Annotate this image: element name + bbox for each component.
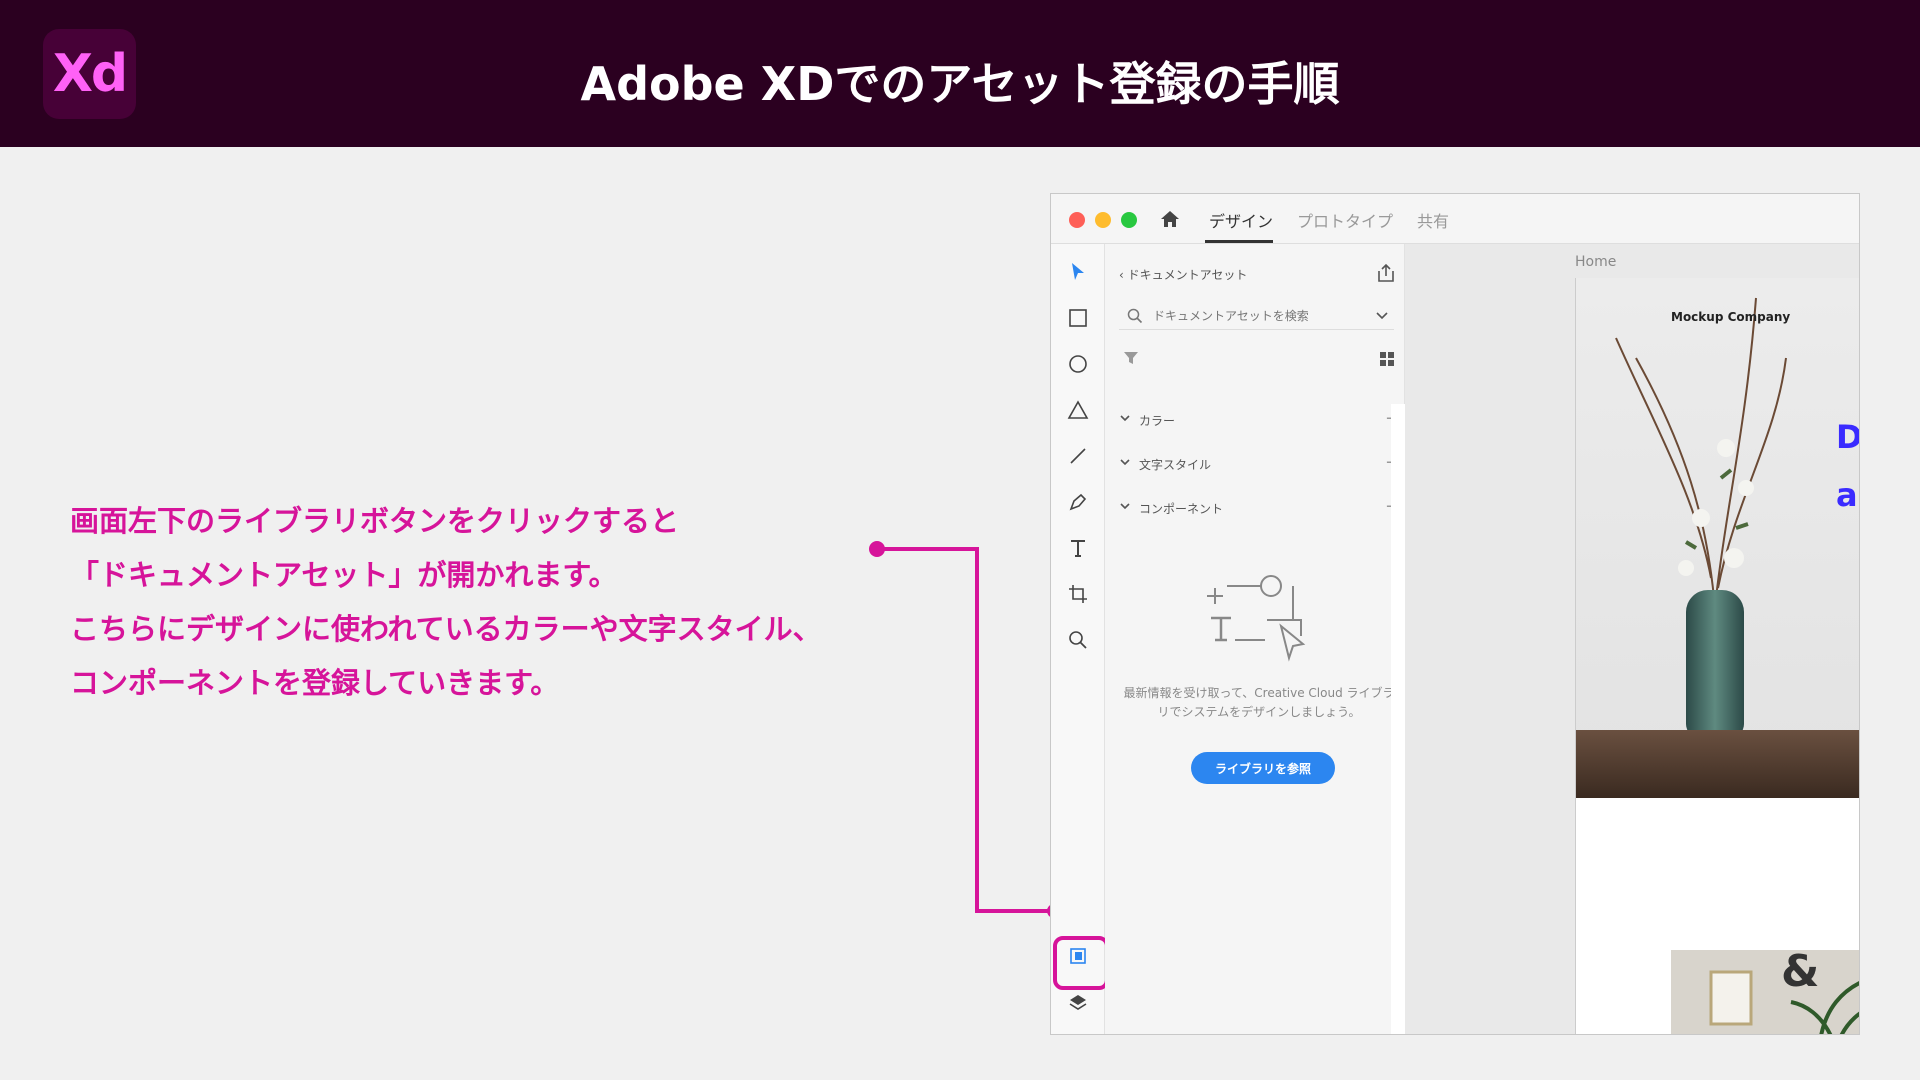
panel-title: ドキュメントアセット [1127, 268, 1248, 282]
section-label: カラー [1139, 414, 1176, 428]
artboard-tool[interactable] [1064, 580, 1092, 608]
tab-share[interactable]: 共有 [1417, 208, 1449, 232]
company-name: Mockup Company [1671, 310, 1791, 324]
ampersand-text: & [1781, 950, 1820, 997]
branch-decoration [1615, 297, 1787, 599]
ellipse-tool[interactable] [1064, 350, 1092, 378]
vase-image [1686, 590, 1744, 738]
tool-bar [1051, 244, 1109, 1035]
shelf-image [1576, 730, 1859, 798]
heading-letter: D [1836, 418, 1860, 456]
design-canvas[interactable]: Home Mockup Company D a & [1405, 244, 1860, 1034]
zoom-icon [1069, 631, 1087, 649]
search-icon [1127, 308, 1143, 324]
heading-letter: a [1836, 476, 1858, 514]
polygon-icon [1067, 400, 1089, 419]
search-input[interactable] [1153, 306, 1363, 326]
document-assets-panel: ‹ ドキュメントアセット カラー + 文字スタイル + コンポーネント + [1105, 244, 1405, 1034]
share-export-icon[interactable] [1375, 262, 1397, 284]
tab-prototype[interactable]: プロトタイプ [1297, 208, 1393, 232]
heading-fragment: D a [1836, 408, 1860, 524]
panel-header[interactable]: ‹ ドキュメントアセット [1119, 266, 1247, 283]
explanation-line: 「ドキュメントアセット」が開かれます。 [70, 558, 618, 592]
ellipse-icon [1069, 355, 1087, 373]
artboard-home[interactable]: Mockup Company D a & [1575, 278, 1860, 1034]
xd-app-window: デザイン プロトタイプ 共有 ‹ ドキュメントアセット ドキュメントアセットを検… [1050, 193, 1860, 1035]
section-label: コンポーネント [1139, 502, 1224, 516]
line-tool[interactable] [1064, 442, 1092, 470]
interior-photo: & [1671, 950, 1859, 1034]
rectangle-tool[interactable] [1064, 304, 1092, 332]
plugins-icon [1068, 1032, 1088, 1035]
section-components[interactable]: コンポーネント + [1119, 496, 1405, 518]
select-tool[interactable] [1064, 258, 1092, 286]
filter-icon[interactable] [1123, 350, 1139, 366]
explanation-line: コンポーネントを登録していきます。 [70, 666, 560, 700]
panel-scrollbar[interactable] [1391, 404, 1405, 1034]
title-bar: デザイン プロトタイプ 共有 [1051, 194, 1859, 244]
back-chevron-icon: ‹ [1119, 268, 1128, 282]
artboard-icon [1069, 585, 1087, 603]
header-banner: Xd Adobe XDでのアセット登録の手順 [0, 0, 1920, 147]
zoom-tool[interactable] [1064, 626, 1092, 654]
active-tab-indicator [1205, 240, 1273, 243]
hero-photo: Mockup Company [1576, 278, 1859, 798]
tab-design[interactable]: デザイン [1209, 208, 1273, 232]
section-label: 文字スタイル [1139, 458, 1212, 472]
explanation-text: 画面左下のライブラリボタンをクリックすると 「ドキュメントアセット」が開かれます… [70, 494, 900, 710]
section-colors[interactable]: カラー + [1119, 408, 1405, 430]
layers-button[interactable] [1064, 988, 1092, 1016]
maximize-window-button[interactable] [1121, 212, 1137, 228]
empty-assets-illustration-icon [1207, 575, 1306, 662]
rectangle-icon [1069, 309, 1087, 327]
text-icon [1071, 540, 1085, 557]
chevron-down-icon [1120, 503, 1130, 510]
browse-libraries-button[interactable]: ライブラリを参照 [1191, 752, 1335, 784]
empty-state-message: 最新情報を受け取って、Creative Cloud ライブラ リでシステムをデザ… [1119, 684, 1399, 722]
close-window-button[interactable] [1069, 212, 1085, 228]
pen-icon [1069, 493, 1087, 511]
empty-state-line: 最新情報を受け取って、Creative Cloud ライブラ [1123, 686, 1395, 700]
chevron-down-icon [1120, 415, 1130, 422]
polygon-tool[interactable] [1064, 396, 1092, 424]
section-character-styles[interactable]: 文字スタイル + [1119, 452, 1405, 474]
asset-search [1119, 302, 1394, 330]
explanation-line: 画面左下のライブラリボタンをクリックすると [70, 504, 680, 538]
libraries-highlight-box [1053, 936, 1109, 990]
pen-tool[interactable] [1064, 488, 1092, 516]
artboard-label[interactable]: Home [1575, 254, 1616, 270]
minimize-window-button[interactable] [1095, 212, 1111, 228]
plugins-button[interactable] [1064, 1028, 1092, 1035]
text-tool[interactable] [1064, 534, 1092, 562]
chevron-down-icon[interactable] [1375, 308, 1389, 322]
grid-view-icon[interactable] [1380, 352, 1394, 366]
layers-icon [1069, 995, 1087, 1010]
explanation-line: こちらにデザインに使われているカラーや文字スタイル、 [70, 612, 822, 646]
chevron-down-icon [1120, 459, 1130, 466]
page-title: Adobe XDでのアセット登録の手順 [580, 57, 1340, 111]
callout-line [877, 547, 1054, 913]
select-icon [1072, 263, 1084, 280]
line-icon [1070, 448, 1086, 464]
empty-state-line: リでシステムをデザインしましょう。 [1157, 705, 1361, 719]
frame-decoration [1709, 970, 1859, 1034]
home-icon[interactable] [1159, 208, 1181, 230]
